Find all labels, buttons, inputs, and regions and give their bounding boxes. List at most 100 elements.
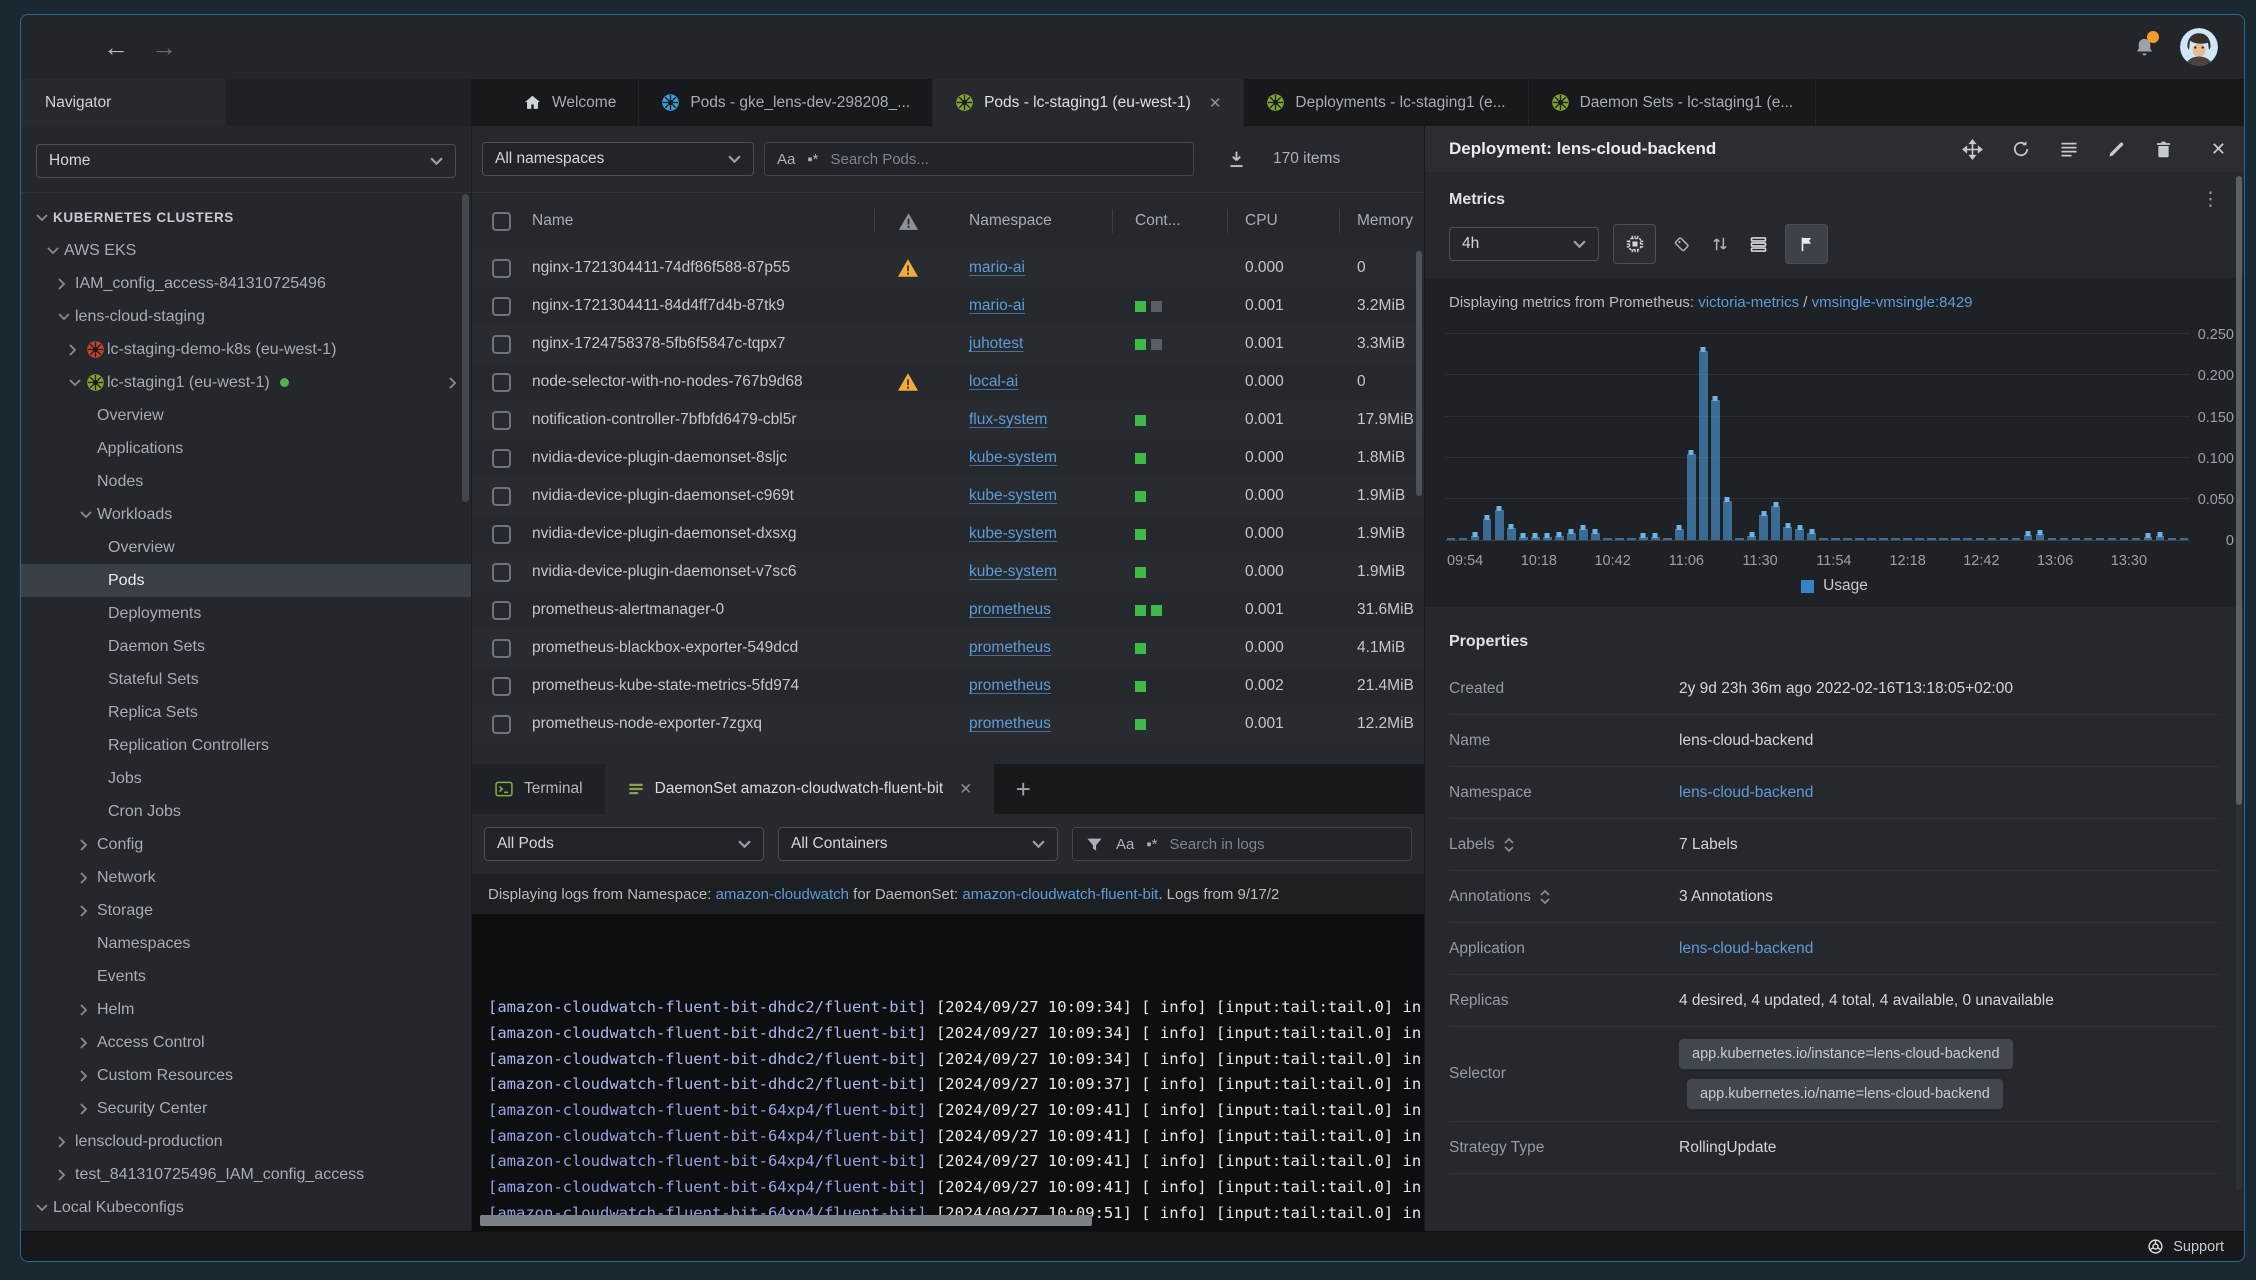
tag-icon[interactable] [1670, 234, 1694, 254]
property-value-link[interactable]: lens-cloud-backend [1679, 784, 2220, 802]
pods-filter-select[interactable]: All Pods [484, 827, 764, 861]
sort-toggle-icon[interactable] [1503, 837, 1515, 853]
tab-navigator[interactable]: Navigator [21, 79, 226, 126]
sidebar-item-test-841310725496-iam-config-access[interactable]: test_841310725496_IAM_config_access [21, 1158, 471, 1191]
sidebar-item-network[interactable]: Network [21, 861, 471, 894]
stacked-rows-icon[interactable] [1746, 234, 1771, 255]
chevron-right-icon[interactable] [58, 1135, 75, 1148]
sidebar-item-access-control[interactable]: Access Control [21, 1026, 471, 1059]
column-name[interactable]: Name [532, 193, 874, 249]
support-label[interactable]: Support [2173, 1239, 2224, 1255]
drawer-scrollbar[interactable] [2236, 176, 2242, 1191]
tab-pods-lc-staging1-eu-west-1[interactable]: Pods - lc-staging1 (eu-west-1) ✕ [933, 79, 1245, 126]
table-row[interactable]: nginx-1721304411-84d4ff7d4b-87tk9 mario-a… [472, 287, 1424, 325]
table-row[interactable]: prometheus-alertmanager-0 prometheus 0.001… [472, 591, 1424, 629]
sidebar-item-lc-staging-demo-k8s-eu-west-1[interactable]: lc-staging-demo-k8s (eu-west-1) [21, 333, 471, 366]
column-namespace[interactable]: Namespace [942, 193, 1112, 249]
namespace-link[interactable]: prometheus [969, 677, 1051, 695]
edit-pencil-icon[interactable] [2107, 140, 2126, 159]
row-checkbox[interactable] [492, 676, 511, 696]
chevron-down-icon[interactable] [58, 312, 75, 321]
chevron-right-icon[interactable] [80, 904, 97, 917]
table-row[interactable]: nvidia-device-plugin-daemonset-v7sc6 kube… [472, 553, 1424, 591]
table-row[interactable]: node-selector-with-no-nodes-767b9d68 loca… [472, 363, 1424, 401]
cpu-chip-button[interactable] [1613, 224, 1656, 264]
namespace-link[interactable]: local-ai [969, 373, 1018, 391]
daemonset-link[interactable]: amazon-cloudwatch-fluent-bit [962, 886, 1158, 903]
row-checkbox[interactable] [492, 410, 511, 430]
table-row[interactable]: prometheus-blackbox-exporter-549dcd prome… [472, 629, 1424, 667]
sidebar-item-lenscloud-production[interactable]: lenscloud-production [21, 1125, 471, 1158]
sidebar-item-jobs[interactable]: Jobs [21, 762, 471, 795]
tab-deployments-lc-staging1-e[interactable]: Deployments - lc-staging1 (e... [1244, 79, 1529, 126]
namespace-link[interactable]: mario-ai [969, 259, 1025, 277]
chevron-right-icon[interactable] [80, 871, 97, 884]
table-row[interactable]: nginx-1724758378-5fb6f5847c-tqpx7 juhotes… [472, 325, 1424, 363]
namespace-link[interactable]: juhotest [969, 335, 1023, 353]
chevron-down-icon[interactable] [47, 246, 64, 255]
chevron-right-icon[interactable] [58, 277, 75, 290]
regex-icon[interactable]: ▪* [1146, 836, 1157, 853]
sidebar-item-applications[interactable]: Applications [21, 432, 471, 465]
namespace-link[interactable]: flux-system [969, 411, 1047, 429]
sort-toggle-icon[interactable] [1539, 889, 1551, 905]
table-row[interactable]: notification-controller-7bfbfd6479-cbl5r… [472, 401, 1424, 439]
namespace-link[interactable]: kube-system [969, 563, 1057, 581]
back-button[interactable]: ← [103, 32, 129, 63]
refresh-icon[interactable] [2011, 139, 2031, 159]
sidebar-item-security-center[interactable]: Security Center [21, 1092, 471, 1125]
chevron-right-icon[interactable] [58, 1168, 75, 1181]
namespace-select[interactable]: All namespaces [482, 142, 754, 176]
new-dock-tab-button[interactable]: + [994, 764, 1052, 814]
containers-filter-select[interactable]: All Containers [778, 827, 1058, 861]
sidebar-item-stateful-sets[interactable]: Stateful Sets [21, 663, 471, 696]
chevron-down-icon[interactable] [80, 510, 97, 519]
namespace-link[interactable]: prometheus [969, 715, 1051, 733]
chevron-right-icon[interactable] [80, 1003, 97, 1016]
flag-button[interactable] [1785, 224, 1828, 264]
sidebar-item-deployments[interactable]: Deployments [21, 597, 471, 630]
sidebar-scrollbar[interactable] [462, 194, 469, 502]
namespace-link[interactable]: kube-system [969, 449, 1057, 467]
column-memory[interactable]: Memory [1339, 193, 1424, 249]
chevron-down-icon[interactable] [69, 378, 86, 387]
row-checkbox[interactable] [492, 562, 511, 582]
horizontal-scrollbar[interactable] [480, 1215, 1092, 1226]
move-icon[interactable] [1961, 138, 1983, 160]
sidebar-item-config[interactable]: Config [21, 828, 471, 861]
namespace-link[interactable]: prometheus [969, 601, 1051, 619]
sidebar-item-replica-sets[interactable]: Replica Sets [21, 696, 471, 729]
match-case-icon[interactable]: Aa [1116, 836, 1134, 853]
select-all-checkbox[interactable] [492, 211, 511, 231]
selector-chip[interactable]: app.kubernetes.io/instance=lens-cloud-ba… [1679, 1039, 2013, 1069]
property-value-link[interactable]: lens-cloud-backend [1679, 940, 2220, 958]
tab-daemonset-logs[interactable]: DaemonSet amazon-cloudwatch-fluent-bit ✕ [604, 764, 995, 814]
sort-arrows-icon[interactable] [1708, 234, 1732, 254]
sidebar-item-namespaces[interactable]: Namespaces [21, 927, 471, 960]
sidebar-item-lc-staging1-eu-west-1[interactable]: lc-staging1 (eu-west-1) [21, 366, 471, 399]
row-checkbox[interactable] [492, 296, 511, 316]
sidebar-item-replication-controllers[interactable]: Replication Controllers [21, 729, 471, 762]
row-checkbox[interactable] [492, 524, 511, 544]
column-warning[interactable] [874, 193, 942, 249]
table-row[interactable]: nginx-1721304411-74df86f588-87p55 mario-a… [472, 249, 1424, 287]
namespace-link[interactable]: kube-system [969, 525, 1057, 543]
row-checkbox[interactable] [492, 600, 511, 620]
column-cpu[interactable]: CPU [1227, 193, 1339, 249]
chevron-right-icon[interactable] [69, 343, 86, 356]
pods-search-input[interactable]: Aa ▪* Search Pods... [764, 142, 1194, 176]
namespace-link[interactable]: kube-system [969, 487, 1057, 505]
chevron-down-icon[interactable] [36, 213, 53, 222]
forward-button[interactable]: → [151, 32, 177, 63]
row-checkbox[interactable] [492, 486, 511, 506]
close-icon[interactable]: ✕ [959, 780, 972, 799]
notifications-bell-icon[interactable] [2133, 30, 2159, 59]
tab-terminal[interactable]: Terminal [472, 764, 605, 814]
row-checkbox[interactable] [492, 372, 511, 392]
table-row[interactable]: nvidia-device-plugin-daemonset-c969t kube… [472, 477, 1424, 515]
row-checkbox[interactable] [492, 334, 511, 354]
chevron-right-icon[interactable] [80, 1036, 97, 1049]
sidebar-item-daemon-sets[interactable]: Daemon Sets [21, 630, 471, 663]
row-checkbox[interactable] [492, 638, 511, 658]
table-scrollbar[interactable] [1416, 251, 1422, 496]
